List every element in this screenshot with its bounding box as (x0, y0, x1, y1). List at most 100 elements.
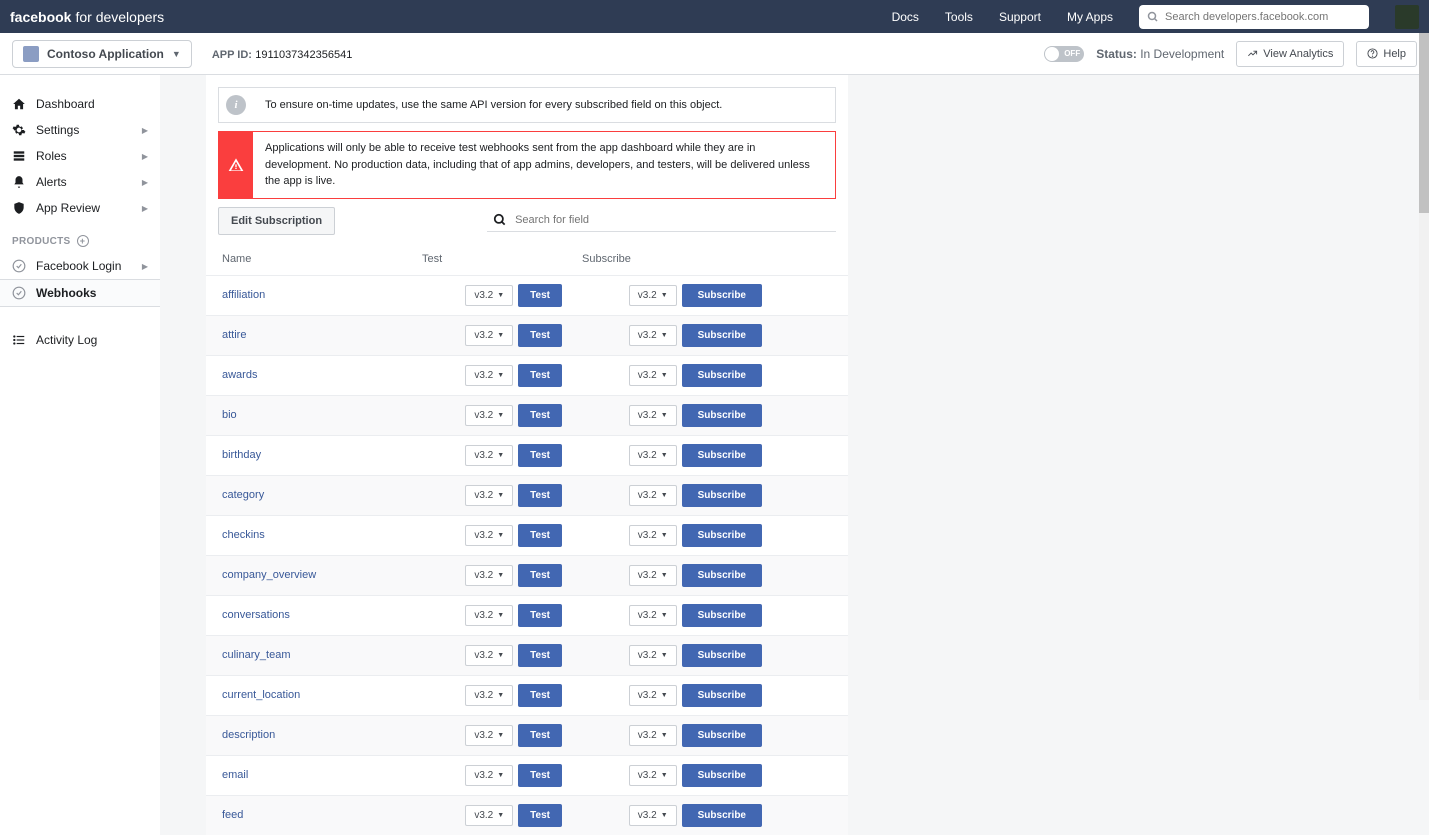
app-selector[interactable]: Contoso Application ▼ (12, 40, 192, 68)
sidebar-item-settings[interactable]: Settings▶ (0, 117, 160, 143)
field-name-link[interactable]: culinary_team (222, 649, 422, 661)
field-name-link[interactable]: affiliation (222, 289, 422, 301)
subscribe-button[interactable]: Subscribe (682, 524, 762, 547)
subscribe-version-select[interactable]: v3.2 ▼ (629, 605, 677, 626)
subscribe-version-select[interactable]: v3.2 ▼ (629, 405, 677, 426)
sidebar-item-alerts[interactable]: Alerts▶ (0, 169, 160, 195)
sidebar-item-roles[interactable]: Roles▶ (0, 143, 160, 169)
subscribe-button[interactable]: Subscribe (682, 724, 762, 747)
field-name-link[interactable]: conversations (222, 609, 422, 621)
subscribe-button[interactable]: Subscribe (682, 364, 762, 387)
sidebar-product-facebook-login[interactable]: Facebook Login▶ (0, 253, 160, 279)
view-analytics-button[interactable]: View Analytics (1236, 41, 1344, 67)
scrollbar[interactable] (1419, 33, 1429, 700)
nav-my-apps[interactable]: My Apps (1067, 10, 1113, 24)
subscribe-version-select[interactable]: v3.2 ▼ (629, 805, 677, 826)
test-version-select[interactable]: v3.2 ▼ (465, 565, 513, 586)
test-version-select[interactable]: v3.2 ▼ (465, 485, 513, 506)
subscribe-button[interactable]: Subscribe (682, 484, 762, 507)
subscribe-button[interactable]: Subscribe (682, 804, 762, 827)
field-name-link[interactable]: description (222, 729, 422, 741)
field-name-link[interactable]: birthday (222, 449, 422, 461)
edit-subscription-button[interactable]: Edit Subscription (218, 207, 335, 235)
chevron-right-icon: ▶ (142, 178, 148, 187)
scroll-thumb[interactable] (1419, 33, 1429, 213)
subscribe-button[interactable]: Subscribe (682, 644, 762, 667)
global-search[interactable] (1139, 5, 1369, 29)
subscribe-version-select[interactable]: v3.2 ▼ (629, 565, 677, 586)
subscribe-version-select[interactable]: v3.2 ▼ (629, 765, 677, 786)
subscribe-version-select[interactable]: v3.2 ▼ (629, 485, 677, 506)
subscribe-version-select[interactable]: v3.2 ▼ (629, 525, 677, 546)
subscribe-button[interactable]: Subscribe (682, 564, 762, 587)
sidebar-item-app-review[interactable]: App Review▶ (0, 195, 160, 221)
test-version-select[interactable]: v3.2 ▼ (465, 765, 513, 786)
field-name-link[interactable]: attire (222, 329, 422, 341)
sidebar-item-dashboard[interactable]: Dashboard (0, 91, 160, 117)
test-button[interactable]: Test (518, 684, 562, 707)
test-button[interactable]: Test (518, 524, 562, 547)
test-version-select[interactable]: v3.2 ▼ (465, 605, 513, 626)
user-avatar[interactable] (1395, 5, 1419, 29)
test-version-select[interactable]: v3.2 ▼ (465, 285, 513, 306)
subscribe-version-select[interactable]: v3.2 ▼ (629, 725, 677, 746)
subscribe-button[interactable]: Subscribe (682, 604, 762, 627)
field-name-link[interactable]: current_location (222, 689, 422, 701)
test-button[interactable]: Test (518, 604, 562, 627)
chevron-down-icon: ▼ (497, 652, 504, 659)
live-toggle[interactable]: OFF (1044, 46, 1084, 62)
test-button[interactable]: Test (518, 404, 562, 427)
test-version-select[interactable]: v3.2 ▼ (465, 525, 513, 546)
subscribe-button[interactable]: Subscribe (682, 444, 762, 467)
test-button[interactable]: Test (518, 724, 562, 747)
field-name-link[interactable]: awards (222, 369, 422, 381)
test-button[interactable]: Test (518, 444, 562, 467)
test-version-select[interactable]: v3.2 ▼ (465, 445, 513, 466)
subscribe-version-select[interactable]: v3.2 ▼ (629, 325, 677, 346)
field-name-link[interactable]: feed (222, 809, 422, 821)
app-id-label: APP ID: (212, 49, 252, 61)
subscribe-version-select[interactable]: v3.2 ▼ (629, 285, 677, 306)
test-button[interactable]: Test (518, 564, 562, 587)
subscribe-version-select[interactable]: v3.2 ▼ (629, 365, 677, 386)
test-button[interactable]: Test (518, 364, 562, 387)
subscribe-button[interactable]: Subscribe (682, 284, 762, 307)
nav-tools[interactable]: Tools (945, 10, 973, 24)
test-version-select[interactable]: v3.2 ▼ (465, 365, 513, 386)
test-button[interactable]: Test (518, 284, 562, 307)
field-name-link[interactable]: category (222, 489, 422, 501)
add-product-icon[interactable]: + (77, 235, 89, 247)
test-version-select[interactable]: v3.2 ▼ (465, 685, 513, 706)
field-name-link[interactable]: bio (222, 409, 422, 421)
sidebar-activity-log[interactable]: Activity Log (0, 327, 160, 353)
test-button[interactable]: Test (518, 764, 562, 787)
subscribe-button[interactable]: Subscribe (682, 764, 762, 787)
field-name-link[interactable]: company_overview (222, 569, 422, 581)
global-search-input[interactable] (1165, 11, 1361, 23)
test-version-select[interactable]: v3.2 ▼ (465, 805, 513, 826)
test-version-select[interactable]: v3.2 ▼ (465, 325, 513, 346)
field-name-link[interactable]: email (222, 769, 422, 781)
field-search-input[interactable] (515, 214, 830, 226)
subscribe-button[interactable]: Subscribe (682, 684, 762, 707)
subscribe-version-select[interactable]: v3.2 ▼ (629, 685, 677, 706)
nav-support[interactable]: Support (999, 10, 1041, 24)
test-button[interactable]: Test (518, 484, 562, 507)
test-button[interactable]: Test (518, 804, 562, 827)
field-name-link[interactable]: checkins (222, 529, 422, 541)
sidebar-product-webhooks[interactable]: Webhooks (0, 279, 160, 307)
test-version-select[interactable]: v3.2 ▼ (465, 405, 513, 426)
test-version-select[interactable]: v3.2 ▼ (465, 725, 513, 746)
nav-docs[interactable]: Docs (892, 10, 919, 24)
brand-logo[interactable]: facebook for developers (10, 9, 164, 25)
test-button[interactable]: Test (518, 324, 562, 347)
test-button[interactable]: Test (518, 644, 562, 667)
subscribe-button[interactable]: Subscribe (682, 324, 762, 347)
help-button[interactable]: Help (1356, 41, 1417, 67)
chevron-down-icon: ▼ (497, 532, 504, 539)
field-search[interactable] (487, 209, 836, 232)
subscribe-version-select[interactable]: v3.2 ▼ (629, 445, 677, 466)
subscribe-version-select[interactable]: v3.2 ▼ (629, 645, 677, 666)
test-version-select[interactable]: v3.2 ▼ (465, 645, 513, 666)
subscribe-button[interactable]: Subscribe (682, 404, 762, 427)
